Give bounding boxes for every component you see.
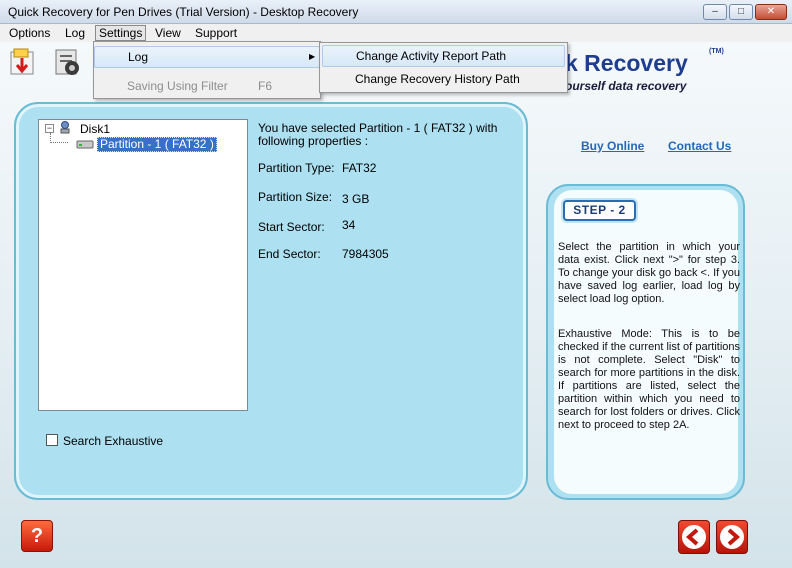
partition-size-label: Partition Size: [258, 190, 333, 204]
menu-options[interactable]: Options [6, 25, 53, 41]
settings-menu-saving-filter[interactable]: Saving Using Filter F6 [94, 75, 320, 97]
menu-log[interactable]: Log [62, 25, 88, 41]
logo-subtitle: ourself data recovery [565, 79, 687, 93]
settings-dropdown: Log ▶ Saving Using Filter F6 [93, 41, 321, 99]
help-text-exhaustive: Exhaustive Mode: This is to be checked i… [558, 328, 740, 431]
back-button[interactable] [678, 520, 710, 554]
menu-settings[interactable]: Settings [95, 25, 147, 41]
change-activity-report-path[interactable]: Change Activity Report Path [322, 45, 565, 67]
partition-type-value: FAT32 [342, 161, 377, 175]
help-button[interactable]: ? [21, 520, 53, 552]
end-sector-label: End Sector: [258, 247, 321, 261]
maximize-button[interactable]: □ [729, 4, 753, 20]
title-bar: Quick Recovery for Pen Drives (Trial Ver… [0, 0, 792, 24]
help-text-step: Select the partition in which your data … [558, 241, 740, 305]
step-badge: STEP - 2 [563, 200, 636, 221]
chevron-right-icon [727, 528, 741, 546]
menu-view[interactable]: View [152, 25, 184, 41]
load-log-icon[interactable] [52, 46, 82, 78]
contact-us-link[interactable]: Contact Us [668, 139, 731, 153]
partition-type-label: Partition Type: [258, 161, 335, 175]
settings-menu-log[interactable]: Log ▶ [94, 46, 320, 68]
menu-bar: Options Log Settings View Support [0, 24, 792, 42]
partition-size-value: 3 GB [342, 192, 370, 206]
log-submenu: Change Activity Report Path Change Recov… [319, 42, 568, 93]
start-sector-value: 34 [342, 218, 356, 232]
tree-collapse-toggle[interactable]: − [45, 124, 54, 133]
close-button[interactable]: ✕ [755, 4, 787, 20]
disk-icon [60, 121, 70, 134]
saving-filter-shortcut: F6 [258, 79, 273, 93]
tree-item-disk1[interactable]: Disk1 [80, 122, 110, 136]
minimize-button[interactable]: – [703, 4, 727, 20]
submenu-arrow-icon: ▶ [309, 52, 316, 61]
logo-title: k Recovery [565, 50, 688, 76]
partition-drive-icon [76, 140, 94, 149]
end-sector-value: 7984305 [342, 247, 389, 261]
tree-item-partition-selected[interactable]: Partition - 1 ( FAT32 ) [97, 137, 217, 152]
save-log-icon[interactable] [8, 46, 38, 78]
logo-trademark: (TM) [709, 48, 724, 55]
partition-tree[interactable] [38, 119, 248, 411]
search-exhaustive-checkbox[interactable] [46, 434, 58, 446]
partition-info-intro: You have selected Partition - 1 ( FAT32 … [258, 121, 498, 148]
chevron-left-icon [685, 528, 699, 546]
buy-online-link[interactable]: Buy Online [581, 139, 644, 153]
change-recovery-history-path[interactable]: Change Recovery History Path [322, 68, 565, 90]
search-exhaustive-label[interactable]: Search Exhaustive [63, 434, 163, 448]
menu-support[interactable]: Support [192, 25, 240, 41]
saving-filter-label: Saving Using Filter [127, 79, 228, 93]
window-title: Quick Recovery for Pen Drives (Trial Ver… [8, 5, 359, 19]
next-button[interactable] [716, 520, 748, 554]
tree-connector-branch [50, 142, 68, 143]
start-sector-label: Start Sector: [258, 220, 325, 234]
settings-menu-log-label: Log [128, 50, 149, 64]
